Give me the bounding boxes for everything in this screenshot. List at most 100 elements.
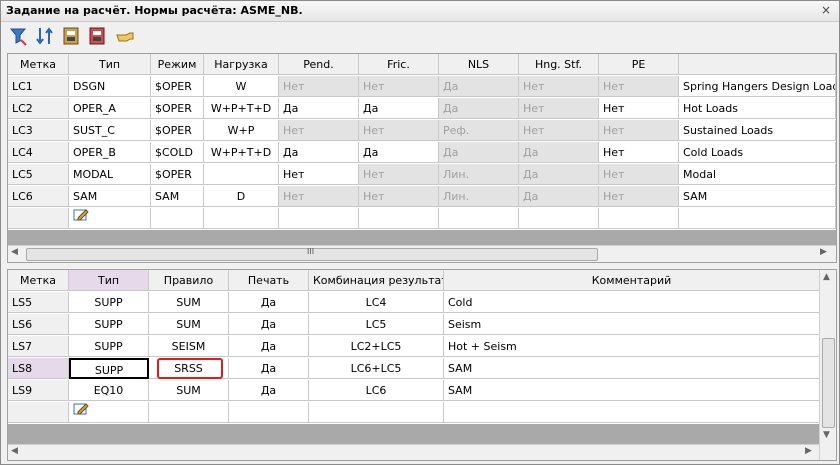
print-icon[interactable] [61, 26, 81, 46]
col-header[interactable]: Тип [69, 54, 151, 75]
cell-fric: Нет [359, 120, 439, 141]
cell-type[interactable]: MODAL [69, 164, 151, 185]
scroll-right-icon[interactable]: ▶ [820, 247, 827, 257]
cell-pe[interactable]: Нет [599, 142, 679, 163]
cell-pend[interactable]: Да [279, 142, 359, 163]
horizontal-scrollbar[interactable]: ◀ III ▶ [8, 245, 836, 262]
cell-rule[interactable]: SEISM [149, 336, 229, 357]
cell-combination[interactable]: LC5 [309, 314, 444, 335]
cell-comment[interactable]: SAM [679, 186, 836, 207]
edit-icon[interactable] [73, 208, 89, 222]
cell-type-focused[interactable]: SUPP [69, 358, 149, 379]
cell-comment[interactable]: SAM [444, 358, 820, 379]
hand-pointer-icon[interactable] [115, 26, 135, 46]
scroll-right-icon[interactable]: ▶ [805, 446, 812, 456]
cell-type[interactable]: DSGN [69, 76, 151, 97]
cell-comment[interactable]: Spring Hangers Design Loads [679, 76, 836, 97]
sort-icon[interactable] [35, 26, 55, 46]
cell-print[interactable]: Да [229, 336, 309, 357]
col-header[interactable]: PE [599, 54, 679, 75]
cell-type[interactable]: SUPP [69, 314, 149, 335]
new-row-edit-cell[interactable] [69, 402, 149, 423]
cell-type[interactable]: OPER_B [69, 142, 151, 163]
window-title: Задание на расчёт. Нормы расчёта: ASME_N… [6, 4, 303, 17]
cell-print[interactable]: Да [229, 314, 309, 335]
cell-mode[interactable]: $OPER [151, 76, 204, 97]
col-header[interactable]: Метка [8, 54, 69, 75]
cell-load[interactable]: D [204, 186, 279, 207]
cell-print[interactable]: Да [229, 380, 309, 401]
empty-cell [444, 402, 820, 423]
horizontal-scrollbar[interactable]: ◀ ▶ [8, 444, 820, 460]
vertical-scroll-thumb[interactable] [822, 338, 835, 428]
col-header[interactable]: Комбинация результатов [309, 270, 444, 291]
cell-pend[interactable]: Нет [279, 164, 359, 185]
col-header[interactable]: Нагрузка [204, 54, 279, 75]
col-header[interactable]: Режим [151, 54, 204, 75]
cell-comment[interactable]: SAM [444, 380, 820, 401]
cell-type[interactable]: SUPP [69, 336, 149, 357]
cell-mode[interactable]: $OPER [151, 164, 204, 185]
col-header[interactable]: NLS [439, 54, 519, 75]
cell-rule[interactable]: SUM [149, 314, 229, 335]
cell-pend: Нет [279, 186, 359, 207]
cell-load[interactable] [204, 164, 279, 185]
scroll-thumb[interactable]: III [26, 247, 598, 261]
cell-comment[interactable]: Seism [444, 314, 820, 335]
scroll-left-icon[interactable]: ◀ [11, 446, 18, 456]
cell-fric[interactable]: Да [359, 98, 439, 119]
grid-spacer [8, 424, 836, 444]
cell-rule[interactable]: SUM [149, 292, 229, 313]
scroll-up-icon[interactable]: ▲ [823, 272, 830, 282]
cell-type[interactable]: SUST_C [69, 120, 151, 141]
cell-pe[interactable]: Нет [599, 98, 679, 119]
cell-fric: Нет [359, 76, 439, 97]
cell-type[interactable]: SAM [69, 186, 151, 207]
cell-type[interactable]: SUPP [69, 292, 149, 313]
cell-comment[interactable]: Hot + Seism [444, 336, 820, 357]
cell-rule[interactable]: SUM [149, 380, 229, 401]
cell-label: LS6 [8, 314, 69, 335]
cell-comment[interactable]: Modal [679, 164, 836, 185]
col-header[interactable]: Hng. Stf. [519, 54, 599, 75]
cell-comment[interactable]: Hot Loads [679, 98, 836, 119]
scroll-down-icon[interactable]: ▼ [823, 430, 830, 440]
col-header[interactable] [679, 54, 836, 75]
cell-load[interactable]: W [204, 76, 279, 97]
cell-mode[interactable]: SAM [151, 186, 204, 207]
col-header[interactable]: Метка [8, 270, 69, 291]
cell-combination[interactable]: LC4 [309, 292, 444, 313]
print2-icon[interactable] [87, 26, 107, 46]
cell-fric[interactable]: Да [359, 142, 439, 163]
edit-icon[interactable] [73, 402, 89, 416]
cell-nls: Реф. [439, 120, 519, 141]
cell-load[interactable]: W+P [204, 120, 279, 141]
cell-mode[interactable]: $OPER [151, 120, 204, 141]
cell-mode[interactable]: $COLD [151, 142, 204, 163]
scroll-left-icon[interactable]: ◀ [11, 247, 18, 257]
cell-print[interactable]: Да [229, 358, 309, 379]
close-icon[interactable]: × [821, 3, 831, 17]
col-header[interactable]: Комментарий [444, 270, 820, 291]
col-header[interactable]: Fric. [359, 54, 439, 75]
cell-mode[interactable]: $OPER [151, 98, 204, 119]
cell-print[interactable]: Да [229, 292, 309, 313]
cell-type[interactable]: EQ10 [69, 380, 149, 401]
col-header[interactable]: Pend. [279, 54, 359, 75]
col-header[interactable]: Печать [229, 270, 309, 291]
cell-type[interactable]: OPER_A [69, 98, 151, 119]
col-header[interactable]: Правило [149, 270, 229, 291]
vertical-scrollbar[interactable]: ▲ ▼ [819, 270, 836, 460]
cell-combination[interactable]: LC6 [309, 380, 444, 401]
cell-combination[interactable]: LC2+LC5 [309, 336, 444, 357]
filter-icon[interactable] [9, 26, 29, 46]
cell-combination[interactable]: LC6+LC5 [309, 358, 444, 379]
cell-comment[interactable]: Cold Loads [679, 142, 836, 163]
new-row-edit-cell[interactable] [69, 208, 151, 229]
col-header[interactable]: Тип [69, 270, 149, 291]
cell-load[interactable]: W+P+T+D [204, 98, 279, 119]
cell-pend[interactable]: Да [279, 98, 359, 119]
cell-comment[interactable]: Sustained Loads [679, 120, 836, 141]
cell-comment[interactable]: Cold [444, 292, 820, 313]
cell-load[interactable]: W+P+T+D [204, 142, 279, 163]
